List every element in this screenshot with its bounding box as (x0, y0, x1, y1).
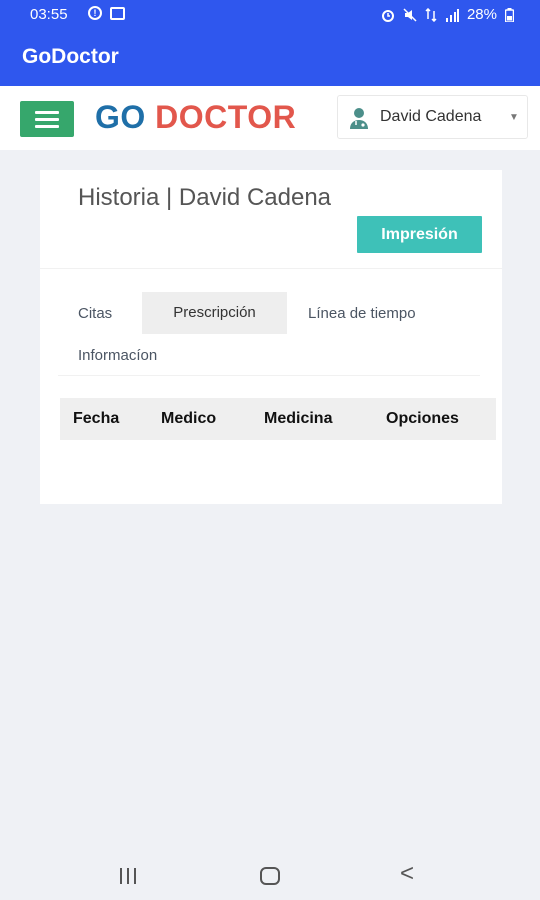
recents-bar (134, 868, 136, 884)
home-button[interactable] (260, 867, 280, 885)
app-bar: GoDoctor (0, 30, 540, 86)
logo-doctor: DOCTOR (155, 99, 297, 135)
top-navbar: GO DOCTOR David Cadena ▼ (0, 86, 540, 150)
user-name: David Cadena (380, 108, 482, 125)
battery-percent: 28% (466, 6, 497, 23)
logo-go: GO (95, 99, 146, 135)
recent-apps-button[interactable] (120, 868, 140, 884)
go-doctor-logo[interactable]: GO DOCTOR (95, 99, 296, 136)
history-card: Historia | David Cadena Impresión Citas … (40, 170, 502, 504)
hamburger-line (35, 125, 59, 128)
prescriptions-table-header: Fecha Medico Medicina Opciones (60, 398, 496, 440)
user-dropdown[interactable]: David Cadena ▼ (337, 95, 528, 139)
column-header-opciones[interactable]: Opciones (386, 410, 459, 428)
chevron-down-icon: ▼ (509, 112, 519, 123)
tab-prescripcion[interactable]: Prescripción (142, 292, 287, 334)
status-bar: 03:55 ! 28% (0, 0, 540, 30)
column-header-medico[interactable]: Medico (161, 410, 216, 428)
data-arrows-icon (425, 7, 437, 22)
tab-linea-de-tiempo[interactable]: Línea de tiempo (308, 305, 416, 322)
print-button[interactable]: Impresión (357, 216, 482, 253)
column-header-fecha[interactable]: Fecha (73, 410, 119, 428)
signal-icon (445, 8, 459, 22)
hamburger-menu-button[interactable] (20, 101, 74, 137)
status-right-icons: 28% (381, 6, 514, 23)
alert-circle-icon: ! (88, 6, 102, 20)
hamburger-line (35, 111, 59, 114)
page-title: Historia | David Cadena (78, 184, 332, 211)
alarm-icon (381, 9, 394, 22)
doctor-avatar-icon (350, 108, 368, 129)
tab-informacion[interactable]: Informacíon (78, 347, 157, 364)
status-left-icons: ! (88, 6, 125, 20)
mute-icon (403, 7, 417, 22)
recents-bar (127, 868, 129, 884)
back-button[interactable]: < (400, 862, 414, 886)
image-icon (110, 7, 125, 20)
header-divider (40, 268, 502, 269)
hamburger-line (35, 118, 59, 121)
tabs-divider (58, 375, 480, 376)
tab-citas[interactable]: Citas (78, 305, 112, 322)
app-title: GoDoctor (22, 45, 119, 68)
column-header-medicina[interactable]: Medicina (264, 410, 332, 428)
status-time: 03:55 (30, 6, 68, 23)
recents-bar (120, 868, 122, 884)
system-navigation-bar: < (0, 850, 540, 900)
battery-icon (505, 7, 514, 22)
